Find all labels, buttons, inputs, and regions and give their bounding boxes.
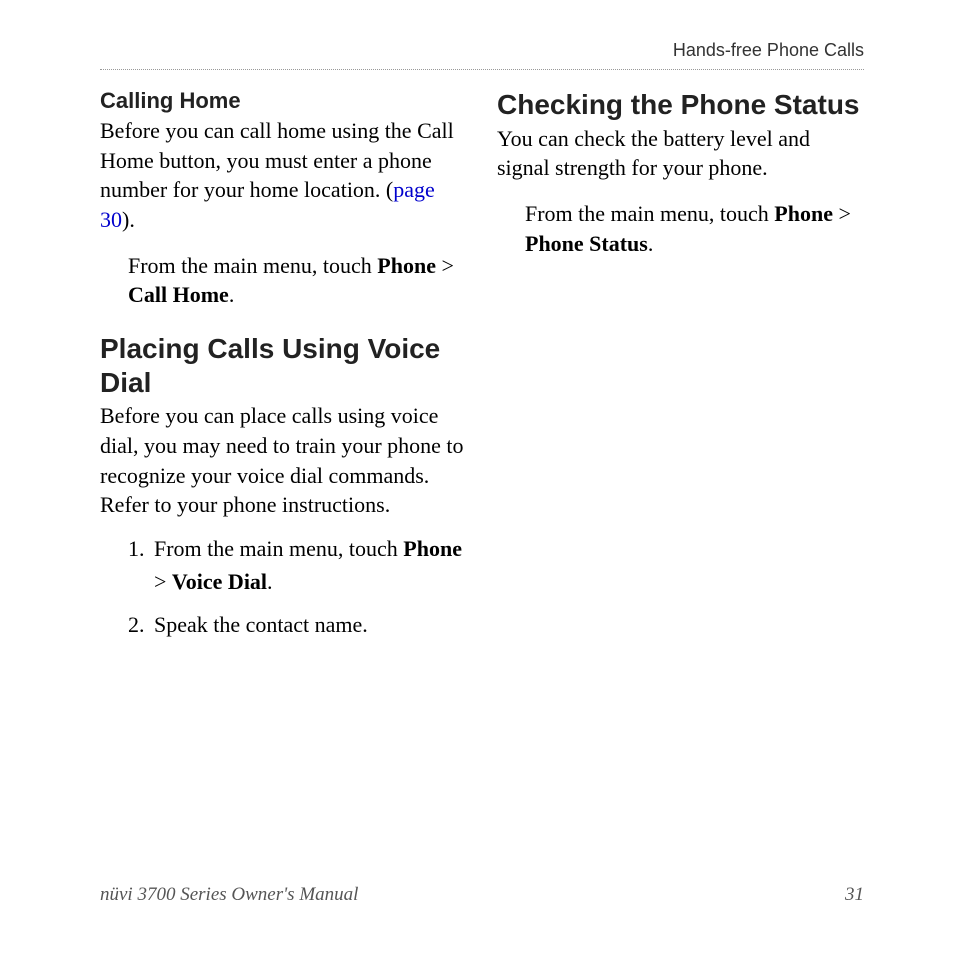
menu-path-item: Voice Dial [172, 569, 267, 594]
footer-manual-title: nüvi 3700 Series Owner's Manual [100, 884, 358, 906]
separator: > [154, 569, 172, 594]
text-fragment: From the main menu, touch [525, 201, 774, 226]
voice-dial-paragraph: Before you can place calls using voice d… [100, 401, 467, 520]
phone-status-instruction: From the main menu, touch Phone > Phone … [525, 199, 864, 258]
text-fragment: . [267, 569, 273, 594]
calling-home-paragraph: Before you can call home using the Call … [100, 116, 467, 235]
phone-status-title: Checking the Phone Status [497, 88, 864, 122]
calling-home-instruction: From the main menu, touch Phone > Call H… [128, 251, 467, 310]
list-text: Speak the contact name. [154, 608, 467, 641]
content-columns: Calling Home Before you can call home us… [100, 88, 864, 651]
menu-path-item: Call Home [128, 282, 229, 307]
list-text: From the main menu, touch Phone > Voice … [154, 532, 467, 598]
section-phone-status: Checking the Phone Status You can check … [497, 88, 864, 258]
right-column: Checking the Phone Status You can check … [497, 88, 864, 651]
text-fragment: ). [122, 207, 135, 232]
page-footer: nüvi 3700 Series Owner's Manual 31 [100, 884, 864, 906]
list-item: 2. Speak the contact name. [128, 608, 467, 641]
phone-status-paragraph: You can check the battery level and sign… [497, 124, 864, 183]
section-calling-home: Calling Home Before you can call home us… [100, 88, 467, 310]
footer-page-number: 31 [845, 884, 864, 906]
menu-path-item: Phone [377, 253, 436, 278]
menu-path-item: Phone Status [525, 231, 648, 256]
text-fragment: From the main menu, touch [128, 253, 377, 278]
menu-path-item: Phone [774, 201, 833, 226]
calling-home-title: Calling Home [100, 88, 467, 114]
voice-dial-steps: 1. From the main menu, touch Phone > Voi… [128, 532, 467, 641]
header-title: Hands-free Phone Calls [673, 40, 864, 60]
separator: > [436, 253, 454, 278]
text-fragment: . [229, 282, 235, 307]
page-header: Hands-free Phone Calls [100, 40, 864, 70]
section-voice-dial: Placing Calls Using Voice Dial Before yo… [100, 332, 467, 641]
list-number: 2. [128, 608, 154, 641]
left-column: Calling Home Before you can call home us… [100, 88, 467, 651]
text-fragment: . [648, 231, 654, 256]
voice-dial-title: Placing Calls Using Voice Dial [100, 332, 467, 399]
text-fragment: From the main menu, touch [154, 536, 403, 561]
list-number: 1. [128, 532, 154, 598]
list-item: 1. From the main menu, touch Phone > Voi… [128, 532, 467, 598]
separator: > [833, 201, 851, 226]
menu-path-item: Phone [403, 536, 462, 561]
